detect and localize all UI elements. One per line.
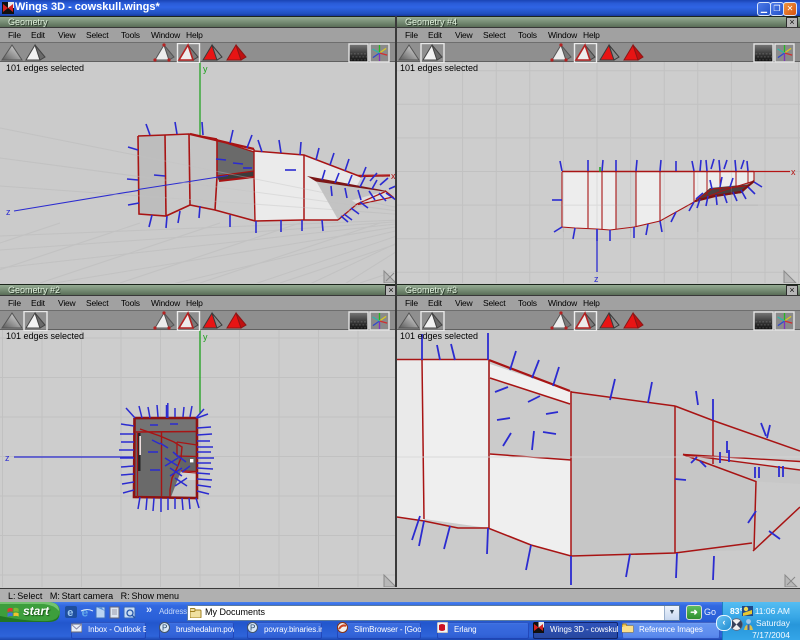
svg-text:P: P — [250, 624, 255, 633]
svg-text:y: y — [203, 64, 208, 74]
svg-text:x: x — [791, 167, 796, 177]
svg-text:z: z — [6, 207, 11, 217]
svg-text:P: P — [162, 624, 167, 633]
svg-text:z: z — [5, 453, 10, 463]
svg-text:y: y — [203, 332, 208, 342]
svg-text:e: e — [67, 607, 73, 619]
svg-text:e: e — [82, 606, 89, 620]
svg-text:z: z — [594, 274, 599, 283]
